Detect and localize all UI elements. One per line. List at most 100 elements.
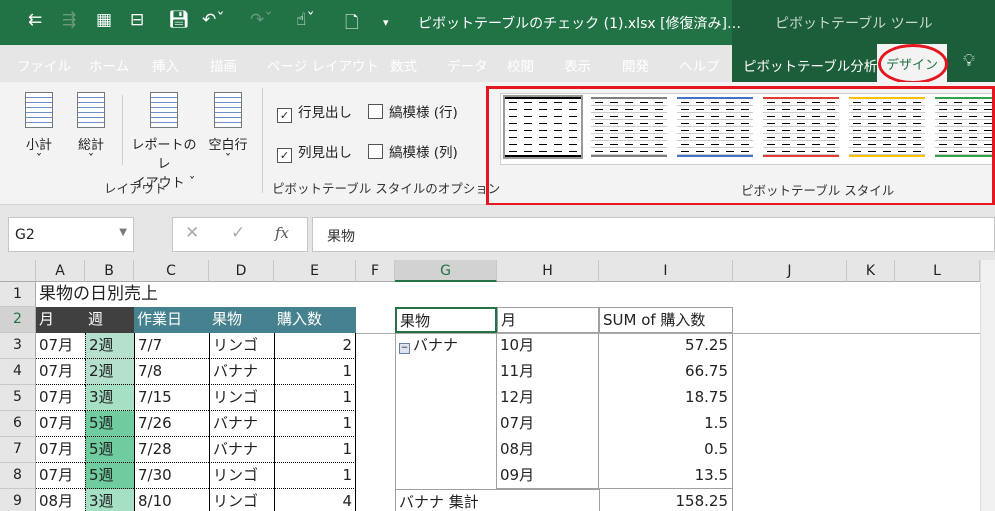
table-header[interactable]: 作業日	[134, 307, 209, 333]
subtotal-button[interactable]: 小計 ˇ	[18, 92, 60, 168]
table-cell[interactable]: バナナ	[209, 411, 274, 437]
table-cell[interactable]: 1	[274, 437, 356, 463]
table-cell[interactable]: 3週	[85, 489, 134, 511]
table-cell[interactable]: 07月	[36, 333, 85, 359]
table-cell[interactable]: リンゴ	[209, 463, 274, 489]
table-cell[interactable]: 07月	[36, 385, 85, 411]
table-cell[interactable]: 07月	[36, 463, 85, 489]
report-layout-button[interactable]: レポートのレ イアウト ˇ	[128, 92, 200, 191]
pivot-month[interactable]: 07月	[497, 411, 599, 437]
table-cell[interactable]: 4	[274, 489, 356, 511]
row-header-7[interactable]: 7	[0, 437, 36, 463]
tab-formulas[interactable]: 数式	[390, 55, 417, 75]
row-header-5[interactable]: 5	[0, 385, 36, 411]
table-cell[interactable]: 7/26	[134, 411, 209, 437]
table-cell[interactable]: 2週	[85, 333, 134, 359]
save-icon[interactable]: 💾︎	[168, 10, 190, 30]
table-cell[interactable]: 5週	[85, 437, 134, 463]
cancel-icon[interactable]: ✕	[185, 223, 199, 243]
column-header-E[interactable]: E	[274, 260, 356, 282]
table-cell[interactable]: 2	[274, 333, 356, 359]
table-header[interactable]: 購入数	[274, 307, 356, 333]
pivot-group-cell[interactable]: − バナナ	[395, 333, 497, 489]
banded-rows-checkbox[interactable]: 縞模様 (行)	[368, 101, 458, 121]
table-cell[interactable]: 5週	[85, 463, 134, 489]
table-cell[interactable]: 7/28	[134, 437, 209, 463]
column-header-F[interactable]: F	[356, 260, 395, 282]
column-headers-checkbox[interactable]: ✓ 列見出し	[277, 141, 352, 163]
undo-icon[interactable]: ↶ˇ	[202, 10, 225, 30]
chevron-down-icon[interactable]: ▼	[119, 227, 127, 238]
column-header-H[interactable]: H	[497, 260, 599, 282]
table-cell[interactable]: 1	[274, 411, 356, 437]
column-header-D[interactable]: D	[209, 260, 274, 282]
table-cell[interactable]: 3週	[85, 385, 134, 411]
table-cell[interactable]: バナナ	[209, 359, 274, 385]
column-header-L[interactable]: L	[895, 260, 980, 282]
pivot-value[interactable]: 18.75	[599, 385, 733, 411]
insert-function-icon[interactable]: fx	[275, 224, 289, 242]
table-cell[interactable]: 07月	[36, 411, 85, 437]
tab-file[interactable]: ファイル	[17, 55, 71, 75]
table-cell[interactable]: リンゴ	[209, 385, 274, 411]
table-cell[interactable]: 5週	[85, 411, 134, 437]
row-header-6[interactable]: 6	[0, 411, 36, 437]
column-header-K[interactable]: K	[847, 260, 895, 282]
table-cell[interactable]: 08月	[36, 489, 85, 511]
table-cell[interactable]: バナナ	[209, 437, 274, 463]
table-cell[interactable]: 1	[274, 359, 356, 385]
table-cell[interactable]: 2週	[85, 359, 134, 385]
column-header-J[interactable]: J	[733, 260, 847, 282]
tab-help[interactable]: ヘルプ	[679, 55, 720, 75]
vertical-scrollbar[interactable]	[980, 260, 995, 511]
pivot-header-fruit[interactable]: 果物	[395, 307, 497, 333]
tab-insert[interactable]: 挿入	[152, 55, 179, 75]
tab-page-layout[interactable]: ページ レイアウト	[267, 55, 379, 75]
pivot-month[interactable]: 09月	[497, 463, 599, 489]
fit-width-icon[interactable]: ⊟	[130, 10, 144, 30]
row-header-2[interactable]: 2	[0, 307, 36, 333]
lightbulb-icon[interactable]: 💡︎	[963, 51, 975, 71]
tab-draw[interactable]: 描画	[210, 55, 237, 75]
table-cell[interactable]: 07月	[36, 437, 85, 463]
table-header[interactable]: 月	[36, 307, 85, 333]
clear-icon[interactable]: ⇶	[62, 10, 76, 30]
column-header-I[interactable]: I	[599, 260, 733, 282]
pivot-value[interactable]: 66.75	[599, 359, 733, 385]
table-cell[interactable]: リンゴ	[209, 489, 274, 511]
new-file-icon[interactable]: 🗋	[345, 10, 359, 39]
tab-home[interactable]: ホーム	[89, 55, 129, 75]
table-cell[interactable]: 1	[274, 385, 356, 411]
pivot-value[interactable]: 13.5	[599, 463, 733, 489]
customize-qat-icon[interactable]: ▾	[383, 16, 389, 29]
pivot-value[interactable]: 0.5	[599, 437, 733, 463]
column-header-B[interactable]: B	[85, 260, 134, 282]
pivot-value[interactable]: 57.25	[599, 333, 733, 359]
table-cell[interactable]: 7/8	[134, 359, 209, 385]
table-cell[interactable]: リンゴ	[209, 333, 274, 359]
tab-data[interactable]: データ	[447, 55, 488, 75]
pivot-header-month[interactable]: 月	[497, 307, 599, 333]
table-cell[interactable]: 7/7	[134, 333, 209, 359]
name-box[interactable]: G2 ▼	[8, 217, 134, 252]
table-cell[interactable]: 7/15	[134, 385, 209, 411]
row-header-3[interactable]: 3	[0, 333, 36, 359]
column-header-G[interactable]: G	[395, 260, 497, 282]
redo-icon[interactable]: ↷ˇ	[250, 10, 273, 30]
row-header-9[interactable]: 9	[0, 489, 36, 511]
table-cell[interactable]: 1	[274, 463, 356, 489]
pivot-month[interactable]: 08月	[497, 437, 599, 463]
pivot-subtotal-label[interactable]: バナナ 集計	[395, 489, 599, 511]
tab-developer[interactable]: 開発	[622, 55, 649, 75]
pivot-month[interactable]: 10月	[497, 333, 599, 359]
worksheet-grid[interactable]: A B C D E F G H I J K L 1 2 3 4 5 6 7 8 9 果物の日別売上月週作業日 果物 購入数 07…	[0, 260, 980, 511]
table-cell[interactable]: 8/10	[134, 489, 209, 511]
row-header-1[interactable]: 1	[0, 282, 36, 307]
enter-icon[interactable]: ✓	[231, 223, 245, 243]
banded-columns-checkbox[interactable]: 縞模様 (列)	[368, 141, 458, 161]
formula-input[interactable]: 果物	[312, 217, 995, 252]
row-headers-checkbox[interactable]: ✓ 行見出し	[277, 101, 352, 123]
pivot-month[interactable]: 12月	[497, 385, 599, 411]
table-header[interactable]: 果物	[209, 307, 274, 333]
touch-mode-icon[interactable]: ⇇	[28, 10, 42, 30]
